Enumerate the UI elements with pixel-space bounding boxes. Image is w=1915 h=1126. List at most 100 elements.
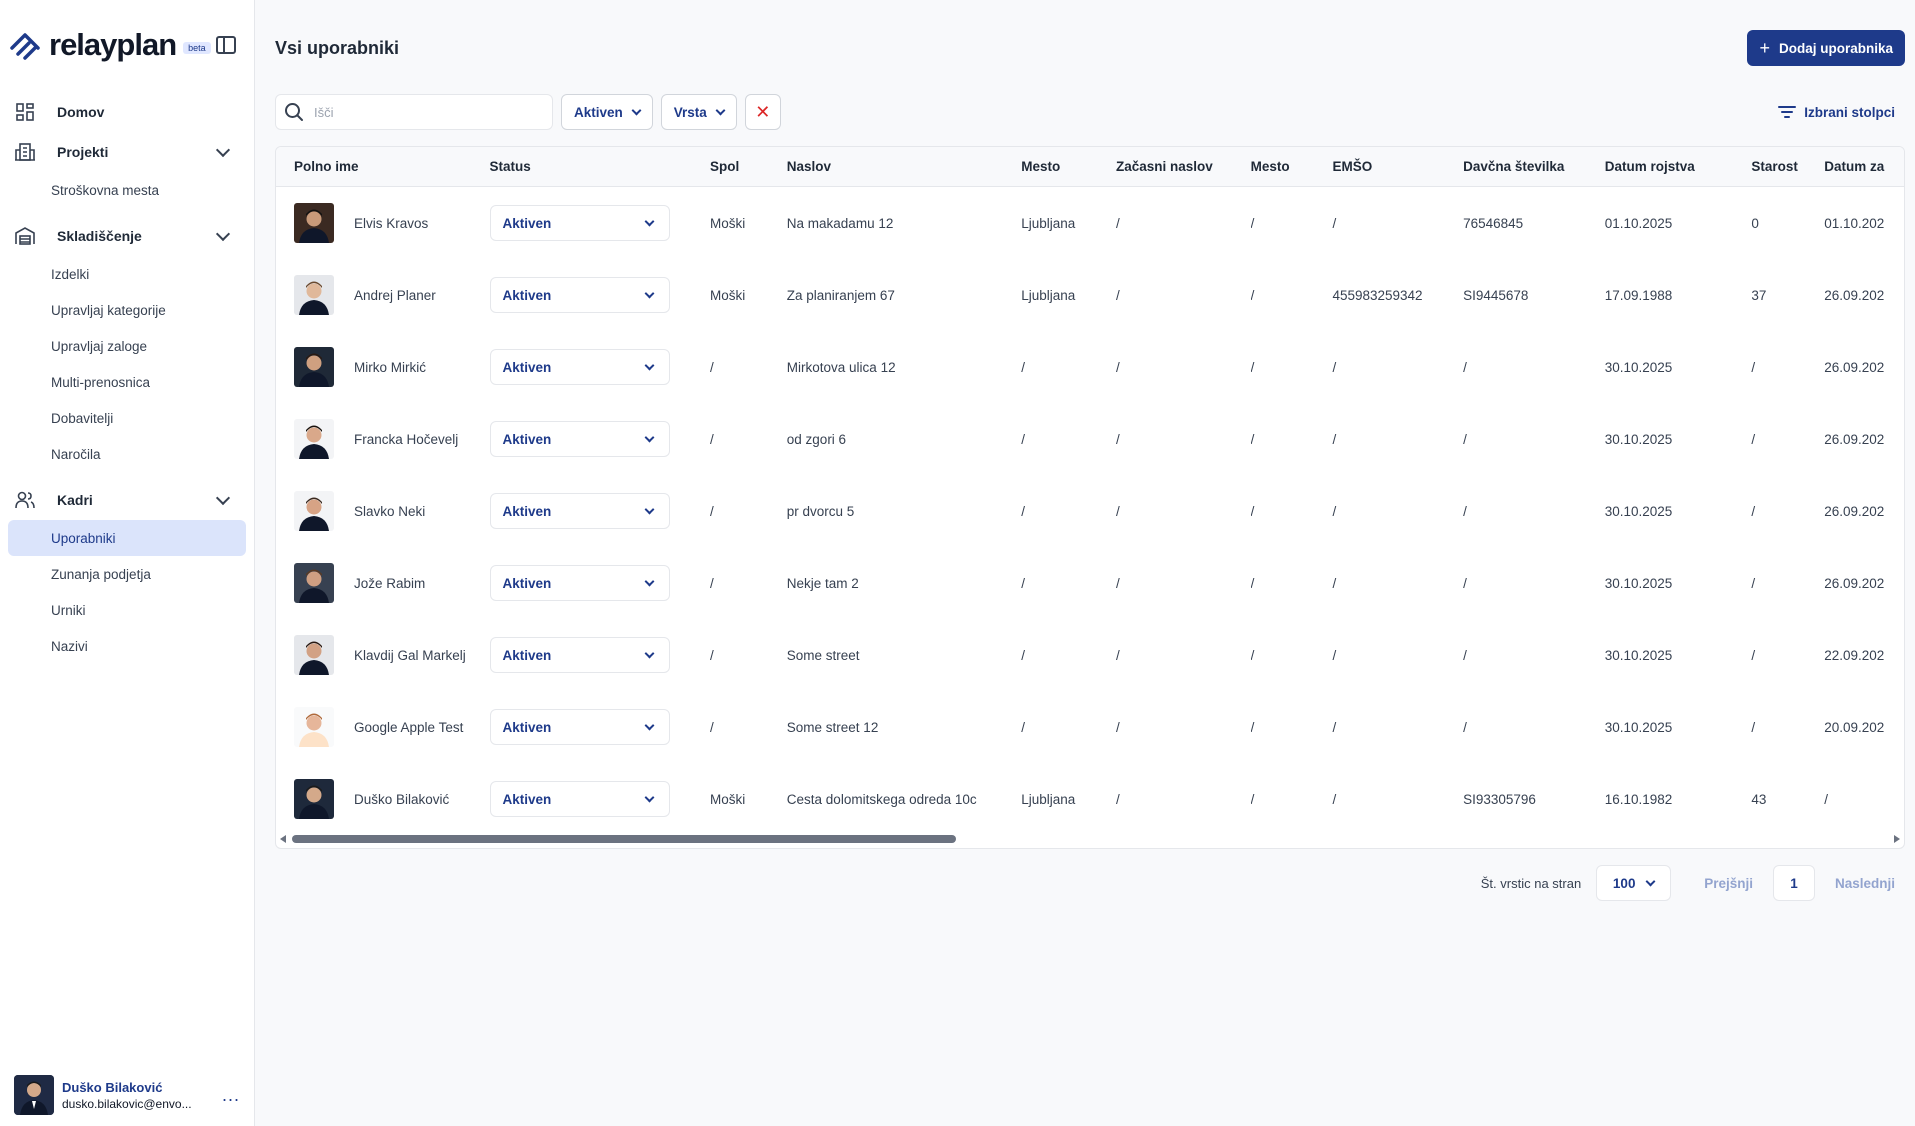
sidebar-item-2-0[interactable]: Izdelki [8, 256, 246, 292]
scroll-right-arrow-icon[interactable] [1894, 835, 1900, 843]
horizontal-scrollbar[interactable] [276, 830, 1904, 848]
avatar [294, 203, 334, 243]
user-full-name[interactable]: Jože Rabim [354, 576, 425, 591]
user-full-name[interactable]: Google Apple Test [354, 720, 463, 735]
chevron-down-icon[interactable] [215, 142, 231, 157]
temp-city-cell: / [1250, 647, 1255, 663]
search-field[interactable] [275, 94, 553, 130]
next-page-button[interactable]: Naslednji [1835, 876, 1895, 891]
table-row[interactable]: Jože Rabim Aktiven / Nekje tam 2 / / / / / 30.10.… [276, 547, 1904, 619]
name-cell: Elvis Kravos [276, 203, 490, 243]
status-select[interactable]: Aktiven [489, 781, 670, 817]
previous-page-button[interactable]: Prejšnji [1704, 876, 1753, 891]
scroll-left-arrow-icon[interactable] [280, 835, 286, 843]
current-page-button[interactable]: 1 [1772, 865, 1815, 901]
date-cell: / [1824, 791, 1828, 807]
users-table: Polno ime Status Spol Naslov Mesto Začasni na… [275, 146, 1905, 849]
status-cell: Aktiven [489, 493, 710, 529]
column-header-0[interactable]: Polno ime [276, 159, 490, 174]
sidebar-toggle-icon[interactable] [216, 36, 236, 54]
date-cell: 26.09.202 [1824, 575, 1885, 591]
scrollbar-thumb[interactable] [292, 835, 956, 843]
user-full-name[interactable]: Duško Bilaković [354, 792, 449, 807]
close-icon: ✕ [755, 101, 771, 122]
status-select[interactable]: Aktiven [489, 493, 670, 529]
tax-cell: / [1463, 575, 1467, 591]
sidebar-item-3-2[interactable]: Urniki [8, 592, 246, 628]
chevron-down-icon [715, 105, 726, 115]
sidebar: relayplan beta Domov Projekti Stroškovna m… [0, 0, 255, 1126]
column-header-10[interactable]: Starost [1751, 159, 1824, 174]
city-cell: Ljubljana [1021, 287, 1076, 303]
add-user-button[interactable]: + Dodaj uporabnika [1747, 30, 1905, 66]
column-header-5[interactable]: Začasni naslov [1116, 159, 1251, 174]
user-full-name[interactable]: Slavko Neki [354, 504, 425, 519]
user-more-icon[interactable]: ... [222, 1085, 240, 1106]
table-row[interactable]: Francka Hočevelj Aktiven / od zgori 6 / / / / / 3… [276, 403, 1904, 475]
clear-filters-button[interactable]: ✕ [744, 94, 781, 130]
column-header-9[interactable]: Datum rojstva [1605, 159, 1752, 174]
brand-name: relayplan [49, 27, 177, 62]
status-select[interactable]: Aktiven [489, 421, 670, 457]
selected-columns-button[interactable]: Izbrani stolpci [1778, 105, 1895, 120]
search-input[interactable] [314, 104, 534, 120]
sidebar-item-1-0[interactable]: Stroškovna mesta [8, 172, 246, 208]
user-full-name[interactable]: Mirko Mirkić [354, 360, 426, 375]
sidebar-item-2-5[interactable]: Naročila [8, 436, 246, 472]
column-header-3[interactable]: Naslov [787, 159, 1021, 174]
add-user-button-label: Dodaj uporabnika [1778, 40, 1893, 56]
table-row[interactable]: Klavdij Gal Markelj Aktiven / Some street / /… [276, 619, 1904, 691]
rows-per-page-select[interactable]: 100 [1596, 865, 1672, 901]
status-filter-chip[interactable]: Aktiven [561, 94, 653, 130]
chevron-down-icon[interactable] [215, 226, 231, 241]
column-header-11[interactable]: Datum za [1824, 159, 1904, 174]
table-row[interactable]: Google Apple Test Aktiven / Some street 12 /… [276, 691, 1904, 763]
chevron-down-icon [644, 792, 654, 802]
sidebar-group-1[interactable]: Projekti [8, 132, 246, 172]
sidebar-item-3-1[interactable]: Zunanja podjetja [8, 556, 246, 592]
status-select[interactable]: Aktiven [489, 349, 670, 385]
column-header-6[interactable]: Mesto [1251, 159, 1333, 174]
sidebar-group-0[interactable]: Domov [8, 92, 246, 132]
status-select[interactable]: Aktiven [489, 205, 670, 241]
table-row[interactable]: Elvis Kravos Aktiven Moški Na makadamu 12 Lj… [276, 187, 1904, 259]
sidebar-group-2[interactable]: Skladiščenje [8, 216, 246, 256]
table-row[interactable]: Andrej Planer Aktiven Moški Za planiranjem … [276, 259, 1904, 331]
gender-cell: Moški [709, 791, 746, 807]
column-header-4[interactable]: Mesto [1021, 159, 1116, 174]
table-row[interactable]: Duško Bilaković Aktiven Moški Cesta dolomit… [276, 763, 1904, 835]
user-card[interactable]: Duško Bilaković dusko.bilakovic@envo... … [14, 1074, 240, 1116]
chevron-down-icon [644, 288, 654, 298]
status-select[interactable]: Aktiven [489, 709, 670, 745]
column-header-8[interactable]: Davčna številka [1463, 159, 1605, 174]
sidebar-item-2-3[interactable]: Multi-prenosnica [8, 364, 246, 400]
sidebar-item-3-0[interactable]: Uporabniki [8, 520, 246, 556]
birth-cell: 30.10.2025 [1604, 503, 1673, 519]
avatar [294, 779, 334, 819]
status-select[interactable]: Aktiven [489, 637, 670, 673]
chevron-down-icon[interactable] [215, 490, 231, 505]
user-full-name[interactable]: Andrej Planer [354, 288, 436, 303]
column-header-7[interactable]: EMŠO [1332, 159, 1463, 174]
type-filter-chip[interactable]: Vrsta [660, 94, 737, 130]
sidebar-nav: Domov Projekti Stroškovna mesta Skladiščenj… [0, 92, 254, 670]
temp-address-cell: / [1115, 719, 1120, 735]
user-full-name[interactable]: Elvis Kravos [354, 216, 428, 231]
column-header-2[interactable]: Spol [710, 159, 787, 174]
search-icon [285, 103, 303, 121]
status-select[interactable]: Aktiven [489, 565, 670, 601]
sidebar-item-2-2[interactable]: Upravljaj zaloge [8, 328, 246, 364]
column-header-1[interactable]: Status [490, 159, 710, 174]
user-full-name[interactable]: Francka Hočevelj [354, 432, 458, 447]
user-full-name[interactable]: Klavdij Gal Markelj [354, 648, 466, 663]
table-row[interactable]: Slavko Neki Aktiven / pr dvorcu 5 / / / / / 30.10… [276, 475, 1904, 547]
sidebar-item-2-4[interactable]: Dobavitelji [8, 400, 246, 436]
birth-cell: 17.09.1988 [1604, 287, 1673, 303]
tax-cell: / [1463, 647, 1467, 663]
sidebar-group-3[interactable]: Kadri [8, 480, 246, 520]
table-row[interactable]: Mirko Mirkić Aktiven / Mirkotova ulica 12 / /… [276, 331, 1904, 403]
status-select[interactable]: Aktiven [489, 277, 670, 313]
sidebar-item-3-3[interactable]: Nazivi [8, 628, 246, 664]
sidebar-item-2-1[interactable]: Upravljaj kategorije [8, 292, 246, 328]
date-cell: 01.10.202 [1824, 215, 1885, 231]
